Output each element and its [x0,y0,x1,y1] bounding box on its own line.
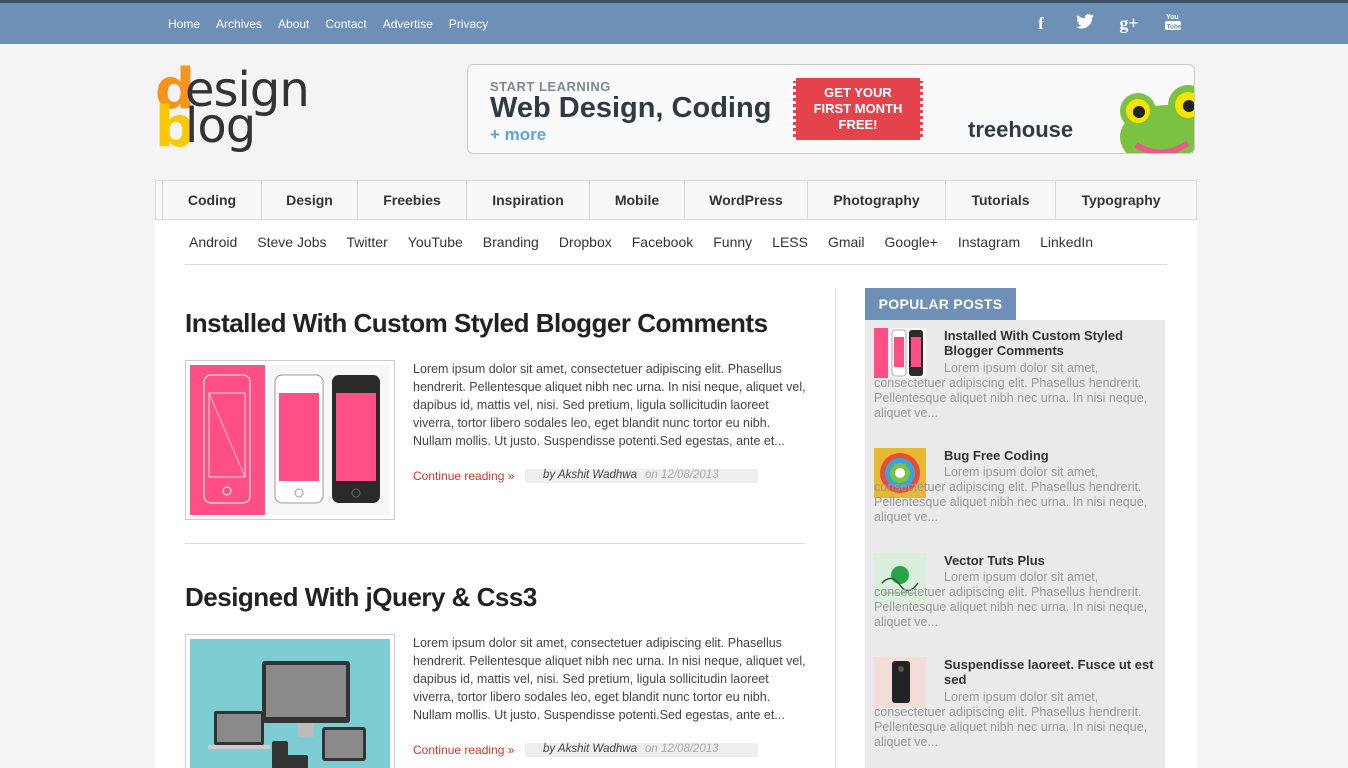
popular-post-desc: Lorem ipsum dolor sit amet, consectetuer… [874,465,1148,524]
tag-youtube[interactable]: YouTube [408,234,463,250]
twitter-icon[interactable] [1075,13,1095,34]
post-title[interactable]: Designed With jQuery & Css3 [185,582,537,613]
cta-line-3: FREE! [838,117,878,132]
treehouse-banner-ad[interactable]: START LEARNING Web Design, Coding + more… [467,64,1195,154]
top-nav: Home Archives About Contact Advertise Pr… [160,3,496,44]
top-bar: Home Archives About Contact Advertise Pr… [0,0,1348,44]
tag-funny[interactable]: Funny [713,234,752,250]
post-byline: by Akshit Wadhwa on 12/08/2013 [525,743,758,757]
popular-post-title[interactable]: Installed With Custom Styled Blogger Com… [944,328,1159,358]
popular-posts-heading: POPULAR POSTS [865,288,1016,320]
topnav-archives[interactable]: Archives [216,17,262,31]
popular-post-title[interactable]: Vector Tuts Plus [944,553,1159,568]
topnav-home[interactable]: Home [168,17,200,31]
tag-twitter[interactable]: Twitter [347,234,388,250]
logo-word-log: log [185,98,256,154]
topnav-advertise[interactable]: Advertise [383,17,433,31]
youtube-icon[interactable]: You Tube [1163,12,1183,35]
popular-post-desc: Lorem ipsum dolor sit amet, consectetuer… [874,361,1148,420]
category-photography[interactable]: Photography [808,181,946,219]
post-excerpt: Lorem ipsum dolor sit amet, consectetuer… [413,362,806,448]
post-date: on 12/08/2013 [644,469,719,481]
banner-headline: Web Design, Coding [490,92,772,124]
post-date: on 12/08/2013 [644,743,719,755]
category-wordpress[interactable]: WordPress [685,181,808,219]
tag-less[interactable]: LESS [772,234,808,250]
tag-android[interactable]: Android [189,234,237,250]
category-design[interactable]: Design [262,181,358,219]
banner-brand: treehouse [968,117,1074,142]
social-links: f g+ You Tube [1031,3,1183,44]
tag-instagram[interactable]: Instagram [958,234,1020,250]
post-separator [185,543,805,544]
post-meta: Continue reading » by Akshit Wadhwa on 12… [413,743,763,759]
topnav-contact[interactable]: Contact [325,17,366,31]
category-coding[interactable]: Coding [162,181,262,219]
category-inspiration[interactable]: Inspiration [467,181,590,219]
tag-steve-jobs[interactable]: Steve Jobs [257,234,326,250]
category-nav: Coding Design Freebies Inspiration Mobil… [155,180,1197,220]
svg-text:Tube: Tube [1167,24,1182,31]
tag-dropbox[interactable]: Dropbox [559,234,612,250]
category-mobile[interactable]: Mobile [590,181,685,219]
popular-post-desc: Lorem ipsum dolor sit amet, consectetuer… [874,690,1148,749]
tag-gmail[interactable]: Gmail [828,234,865,250]
column-divider [835,288,836,768]
site-logo[interactable]: d esign b log [155,62,315,162]
tag-facebook[interactable]: Facebook [632,234,693,250]
devices-image [208,661,366,768]
topnav-about[interactable]: About [278,17,309,31]
category-freebies[interactable]: Freebies [358,181,467,219]
tag-divider [185,264,1167,265]
post-author[interactable]: by Akshit Wadhwa [543,469,637,481]
post-author[interactable]: by Akshit Wadhwa [543,743,637,755]
continue-reading-link[interactable]: Continue reading » [413,743,514,757]
post-byline: by Akshit Wadhwa on 12/08/2013 [525,469,758,483]
tag-bar: Android Steve Jobs Twitter YouTube Brand… [155,220,1197,268]
category-typography[interactable]: Typography [1056,181,1186,219]
iphone-mockup-image [190,365,380,515]
frog-mascot-icon [1120,85,1194,153]
tag-branding[interactable]: Branding [483,234,539,250]
tag-linkedin[interactable]: LinkedIn [1040,234,1093,250]
cta-line-1: GET YOUR [824,85,892,100]
facebook-icon[interactable]: f [1031,14,1051,34]
banner-more: + more [490,125,547,144]
post-title[interactable]: Installed With Custom Styled Blogger Com… [185,308,768,339]
tag-list: Android Steve Jobs Twitter YouTube Brand… [189,234,1093,250]
post-excerpt: Lorem ipsum dolor sit amet, consectetuer… [413,636,806,722]
svg-text:You: You [1166,14,1179,21]
banner-cta-button[interactable]: GET YOUR FIRST MONTH FREE! [793,78,923,140]
post-meta: Continue reading » by Akshit Wadhwa on 12… [413,469,763,485]
cta-line-2: FIRST MONTH [813,101,903,116]
popular-posts-list: Installed With Custom Styled Blogger Com… [865,320,1165,768]
main-content: Installed With Custom Styled Blogger Com… [155,268,1197,768]
google-plus-icon[interactable]: g+ [1119,13,1139,34]
topnav-privacy[interactable]: Privacy [449,17,488,31]
continue-reading-link[interactable]: Continue reading » [413,469,514,483]
post-thumbnail[interactable] [185,360,395,520]
popular-post-title[interactable]: Bug Free Coding [944,448,1159,463]
popular-post-desc: Lorem ipsum dolor sit amet, consectetuer… [874,570,1148,629]
category-tutorials[interactable]: Tutorials [946,181,1056,219]
post-thumbnail[interactable] [185,634,395,768]
tag-google-plus[interactable]: Google+ [885,234,938,250]
popular-post-title[interactable]: Suspendisse laoreet. Fusce ut est sed [944,657,1159,687]
